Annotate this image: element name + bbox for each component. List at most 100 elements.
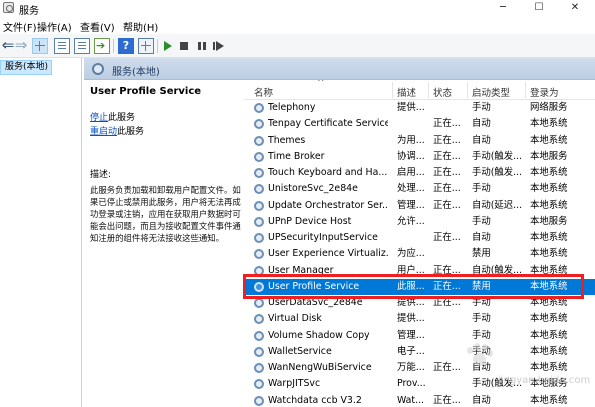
service-gear-icon: [254, 151, 264, 162]
service-description-cell: Wat...: [397, 394, 425, 406]
service-gear-icon: [254, 314, 264, 325]
show-console-tree-icon[interactable]: [32, 38, 48, 54]
help-icon[interactable]: ?: [118, 38, 134, 54]
column-divider[interactable]: [467, 82, 468, 98]
column-header-status[interactable]: 状态: [433, 85, 452, 99]
service-gear-icon: [254, 103, 264, 113]
window-title: 服务: [19, 6, 39, 17]
table-row[interactable]: Update Orchestrator Ser... 管理... 正在... 自动(延…: [244, 198, 595, 214]
service-gear-icon: [254, 379, 264, 390]
service-startup-type-cell: 手动: [472, 313, 491, 325]
menu-action[interactable]: 操作(A): [37, 19, 72, 34]
table-row[interactable]: UnistoreSvc_2e84e 处理... 正在... 手动 本地系统: [244, 181, 595, 197]
start-service-icon[interactable]: [160, 38, 176, 54]
service-gear-icon: [254, 200, 264, 211]
service-log-on-cell: 本地服务: [530, 215, 568, 227]
stop-link-row: 停止此服务: [90, 110, 238, 123]
minimize-button[interactable]: ─: [485, 0, 521, 16]
service-gear-icon: [254, 298, 264, 308]
column-divider[interactable]: [525, 82, 526, 98]
service-startup-type-cell: 自动(延迟...: [472, 199, 523, 211]
service-gear-icon: [254, 135, 264, 146]
restart-service-icon[interactable]: [210, 38, 226, 54]
menu-view[interactable]: 查看(V): [80, 19, 115, 34]
watermark-text: jingyan.baidu.com: [498, 375, 591, 386]
table-row[interactable]: Time Broker 协调... 正在... 手动(触发... 本地服务: [244, 149, 595, 165]
service-log-on-cell: 本地系统: [530, 183, 568, 195]
menu-help[interactable]: 帮助(H): [123, 19, 158, 34]
service-log-on-cell: 本地系统: [530, 232, 568, 243]
column-header-log-on-as[interactable]: 登录为: [530, 85, 559, 99]
table-row[interactable]: UPSecurityInputService 正在... 自动 本地系统: [244, 230, 595, 246]
service-description-cell: 允许...: [397, 215, 425, 227]
service-description-cell: 处理...: [397, 183, 425, 195]
description-text: 此服务负责加载和卸载用户配置文件。如果已停止或禁用此服务，用户将无法再成功登录或…: [90, 185, 241, 243]
service-log-on-cell: 网络服务: [530, 102, 568, 113]
table-row[interactable]: UPnP Device Host 允许... 手动 本地服务: [244, 214, 595, 230]
service-startup-type-cell: 自动: [472, 232, 491, 243]
export-list-icon[interactable]: [94, 38, 110, 54]
panel-header: 服务(本地): [84, 58, 595, 80]
service-status-cell: 正在...: [433, 118, 461, 130]
service-name-cell: Volume Shadow Copy: [268, 329, 370, 341]
panel-title: 服务(本地): [112, 67, 160, 78]
list-header: ^ 名称 描述 状态 启动类型 登录为: [244, 80, 595, 100]
service-startup-type-cell: 禁用: [472, 248, 491, 260]
service-log-on-cell: 本地系统: [530, 313, 568, 325]
table-row[interactable]: Virtual Disk 提供... 手动 本地系统: [244, 311, 595, 327]
service-startup-type-cell: 自动: [472, 134, 491, 146]
service-name-cell: WanNengWuBiService: [268, 362, 372, 373]
column-header-name[interactable]: 名称: [254, 85, 273, 99]
refresh-list-icon[interactable]: [74, 38, 90, 54]
tree-item-services-local[interactable]: 服务(本地): [0, 60, 52, 75]
column-divider[interactable]: [428, 82, 429, 98]
restart-service-link[interactable]: 重启动: [90, 127, 117, 137]
toolbar: ⇐ ⇒ ?: [0, 34, 595, 58]
column-header-description[interactable]: 描述: [397, 85, 416, 99]
stop-service-link[interactable]: 停止: [90, 113, 108, 123]
table-row[interactable]: Themes 为用... 正在... 自动 本地系统: [244, 133, 595, 149]
service-gear-icon: [254, 395, 264, 406]
table-row[interactable]: User Experience Virtualiz... 为应... 禁用 本地系统: [244, 246, 595, 262]
service-gear-icon: [254, 249, 264, 260]
console-view-icon[interactable]: [138, 38, 154, 54]
service-log-on-cell: 本地系统: [530, 134, 568, 146]
properties-icon[interactable]: [54, 38, 70, 54]
service-status-cell: 正在...: [433, 232, 461, 243]
pause-service-icon[interactable]: [194, 38, 210, 54]
service-log-on-cell: 本地系统: [530, 199, 568, 211]
table-row[interactable]: Telephony 提供... 手动 网络服务: [244, 100, 595, 116]
service-name-cell: UnistoreSvc_2e84e: [268, 183, 358, 195]
table-row[interactable]: Tenpay Certificate Service 正在... 自动 本地系统: [244, 116, 595, 132]
service-gear-icon: [254, 330, 264, 341]
column-header-startup-type[interactable]: 启动类型: [472, 85, 510, 99]
title-bar: 服务 ─ ☐ ✕: [0, 0, 595, 17]
service-name-cell: Update Orchestrator Ser...: [268, 199, 388, 211]
service-description-cell: 电子...: [397, 345, 425, 357]
sort-caret-icon: ^: [317, 80, 325, 88]
description-pane: User Profile Service 停止此服务 重启动此服务 描述: 此服…: [84, 80, 244, 407]
service-startup-type-cell: 手动: [472, 102, 491, 113]
toolbar-separator: [157, 39, 158, 53]
service-gear-icon: [254, 346, 264, 357]
menu-file[interactable]: 文件(F): [3, 19, 37, 34]
service-description-cell: 万能...: [397, 362, 425, 373]
service-status-cell: 正在...: [433, 167, 461, 178]
close-button[interactable]: ✕: [557, 0, 593, 16]
service-description-cell: 为应...: [397, 248, 425, 260]
service-startup-type-cell: 自动: [472, 118, 491, 130]
service-name-cell: Watchdata ccb V3.2: [268, 394, 362, 406]
column-divider[interactable]: [392, 82, 393, 98]
service-description-cell: 提供...: [397, 102, 425, 113]
stop-service-icon[interactable]: [176, 38, 192, 54]
service-status-cell: 正在...: [433, 183, 461, 195]
forward-arrow-icon[interactable]: ⇒: [13, 38, 29, 54]
toolbar-separator: [113, 39, 114, 53]
service-gear-icon: [254, 168, 264, 178]
table-row[interactable]: Touch Keyboard and Ha... 启用... 正在... 手动(触发.…: [244, 165, 595, 181]
service-gear-icon: [254, 216, 264, 227]
service-description-cell: 为用...: [397, 134, 425, 146]
stop-link-suffix: 此服务: [108, 113, 136, 123]
maximize-button[interactable]: ☐: [521, 0, 557, 16]
service-gear-icon: [254, 119, 264, 130]
